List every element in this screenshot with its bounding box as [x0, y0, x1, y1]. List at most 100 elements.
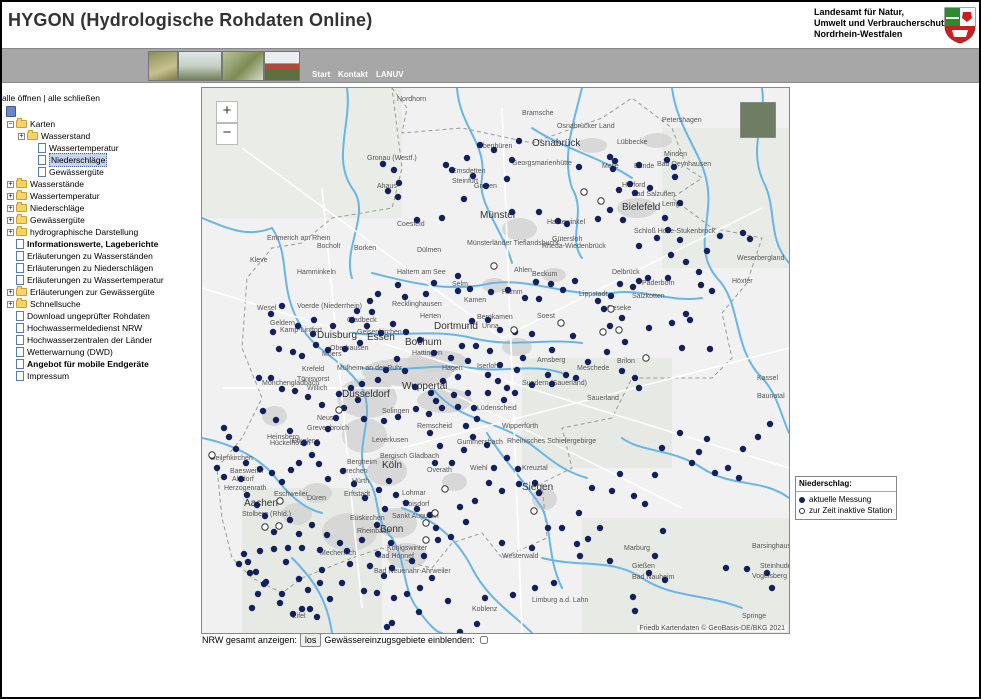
active-station-marker	[278, 385, 286, 393]
tree-item[interactable]: + Niederschläge	[7, 202, 84, 214]
active-station-marker	[286, 427, 294, 435]
active-station-marker	[621, 338, 629, 346]
active-station-marker	[584, 358, 592, 366]
document-icon	[16, 323, 24, 333]
active-station-marker	[313, 613, 321, 621]
active-station-marker	[686, 316, 694, 324]
catchment-checkbox[interactable]	[479, 636, 488, 644]
active-station-marker	[616, 280, 624, 288]
active-station-marker	[373, 589, 381, 597]
active-station-marker	[572, 374, 580, 382]
satellite-layer-toggle[interactable]	[740, 102, 776, 138]
inactive-station-marker	[431, 509, 439, 517]
expand-icon[interactable]: +	[7, 288, 14, 296]
expand-icon[interactable]: +	[18, 132, 25, 140]
active-station-marker	[584, 535, 592, 543]
tree-item[interactable]: Erläuterungen zu Wasserständen	[7, 250, 153, 262]
place-label: Gronau (Westf.)	[367, 155, 417, 162]
active-station-marker	[310, 316, 318, 324]
folder-icon	[16, 190, 27, 200]
zoom-out-button[interactable]: −	[216, 123, 238, 145]
collapse-all-link[interactable]: alle schließen	[48, 93, 100, 103]
place-label: Brilon	[617, 358, 635, 365]
active-station-marker	[548, 346, 556, 354]
zoom-in-button[interactable]: +	[216, 101, 238, 123]
inactive-station-marker	[599, 328, 607, 336]
expand-icon[interactable]: +	[7, 300, 14, 308]
tree-item[interactable]: Hochwassermeldedienst NRW	[7, 322, 142, 334]
tree-item[interactable]: Gewässergüte	[29, 166, 104, 178]
nav-link-lanuv[interactable]: LANUV	[376, 70, 404, 79]
collapse-icon[interactable]: −	[7, 120, 14, 128]
tree-item[interactable]: Erläuterungen zu Niederschlägen	[7, 262, 153, 274]
tree-item[interactable]: + Wasserstände	[7, 178, 84, 190]
place-label: Aachen	[244, 498, 278, 509]
active-station-marker	[358, 536, 366, 544]
active-station-marker	[682, 258, 690, 266]
place-label: Springe	[742, 613, 766, 620]
tree-item[interactable]: Impressum	[7, 370, 69, 382]
active-station-marker	[554, 217, 562, 225]
active-station-marker	[353, 307, 361, 315]
expand-icon[interactable]: +	[7, 180, 14, 188]
show-nrw-button[interactable]: los	[299, 633, 322, 647]
active-station-marker	[472, 342, 480, 350]
precipitation-map[interactable]: Nordhorn Bramsche Osnabrücker Land Lübbecke…	[201, 87, 790, 634]
active-station-marker	[454, 373, 462, 381]
place-label: Wesel	[257, 305, 277, 312]
tree-item[interactable]: + Gewässergüte	[7, 214, 85, 226]
expand-icon[interactable]: +	[7, 204, 14, 212]
tree-item-label: Erläuterungen zu Wassertemperatur	[27, 275, 164, 285]
active-station-marker	[270, 528, 278, 536]
active-station-marker	[278, 302, 286, 310]
nav-link-kontakt[interactable]: Kontakt	[338, 70, 368, 79]
tree-item[interactable]: Wetterwarnung (DWD)	[7, 346, 113, 358]
active-station-marker	[463, 154, 471, 162]
expand-icon[interactable]: +	[7, 192, 14, 200]
active-station-marker	[460, 195, 468, 203]
tree-item[interactable]: Download ungeprüfter Rohdaten	[7, 310, 150, 322]
active-station-marker	[306, 605, 314, 613]
active-station-marker	[253, 501, 261, 509]
active-station-marker	[490, 146, 498, 154]
active-station-marker	[562, 371, 570, 379]
active-station-marker	[338, 579, 346, 587]
active-station-marker	[275, 345, 283, 353]
active-station-marker	[381, 505, 389, 513]
expand-all-link[interactable]: alle öffnen	[2, 93, 41, 103]
tree-item-label: Hochwasserzentralen der Länder	[27, 335, 153, 345]
tree-item[interactable]: − Karten	[7, 118, 55, 130]
active-station-marker	[256, 547, 264, 555]
legend-row-inactive: zur Zeit inaktive Station	[796, 505, 896, 516]
active-station-marker	[454, 403, 462, 411]
active-station-marker	[401, 367, 409, 375]
active-station-marker	[485, 479, 493, 487]
nav-link-start[interactable]: Start	[312, 70, 330, 79]
active-station-marker	[413, 216, 421, 224]
active-station-marker	[576, 552, 584, 560]
tree-item[interactable]: + Schnellsuche	[7, 298, 81, 310]
tree-item[interactable]: + hydrographische Darstellung	[7, 226, 138, 238]
active-station-marker	[324, 425, 332, 433]
tree-item[interactable]: Niederschläge	[29, 153, 108, 167]
active-station-marker	[388, 619, 396, 627]
active-station-marker	[575, 509, 583, 517]
tree-item[interactable]: Hochwasserzentralen der Länder	[7, 334, 152, 346]
active-station-marker	[645, 324, 653, 332]
place-label: Bad Salzuflen	[632, 191, 675, 198]
expand-icon[interactable]: +	[7, 228, 14, 236]
active-station-marker	[667, 251, 675, 259]
tree-item[interactable]: Informationswerte, Lageberichte	[7, 238, 158, 250]
tree-item[interactable]: Erläuterungen zu Wassertemperatur	[7, 274, 164, 286]
tree-item[interactable]: + Wassertemperatur	[7, 190, 100, 202]
place-label: Recklinghausen	[392, 301, 442, 308]
active-station-marker	[676, 236, 684, 244]
tree-item[interactable]: + Wasserstand	[18, 130, 90, 142]
tree-item[interactable]: Angebot für mobile Endgeräte	[7, 358, 149, 370]
inactive-station-marker	[607, 305, 615, 313]
active-station-marker	[385, 477, 393, 485]
expand-icon[interactable]: +	[7, 216, 14, 224]
tree-item[interactable]: + Erläuterungen zur Gewässergüte	[7, 286, 155, 298]
